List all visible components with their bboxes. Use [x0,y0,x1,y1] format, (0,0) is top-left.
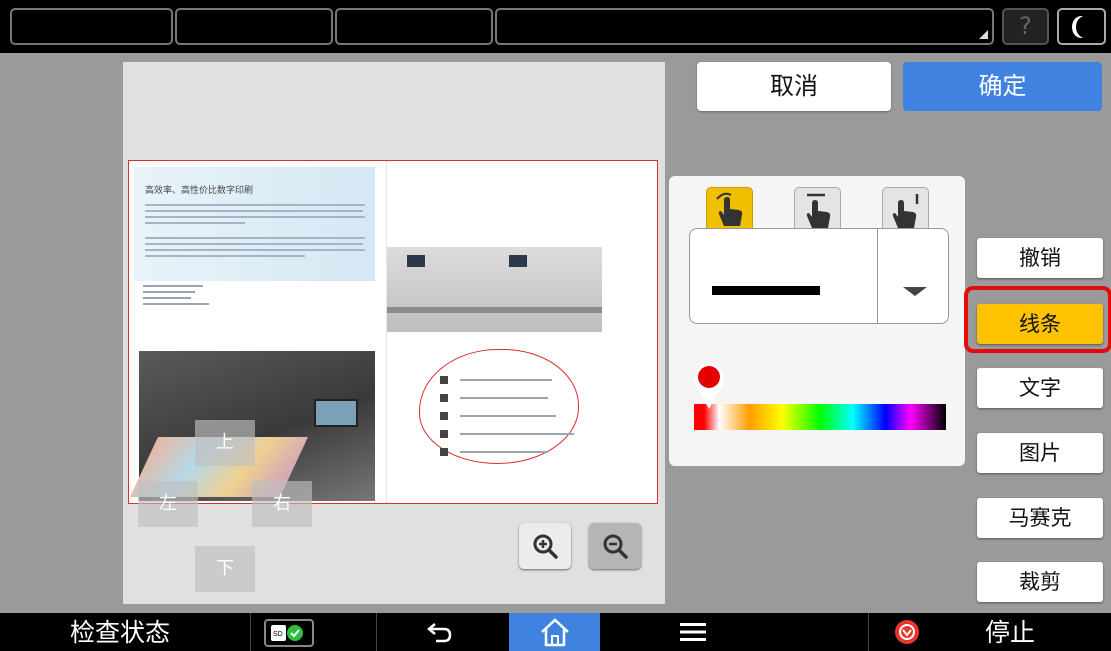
check-status-button[interactable]: 检查状态 [70,613,170,651]
text-line [145,249,365,251]
home-icon [541,618,569,647]
zoom-in-button[interactable] [519,523,571,569]
bullet-line [143,303,209,305]
top-slot-3[interactable] [335,8,493,45]
printer-panel [407,255,425,267]
energy-saver-button[interactable] [1057,8,1106,45]
menu-icon[interactable] [680,622,706,642]
scroll-down-button[interactable]: 下 [195,546,255,592]
bullet-line [143,285,203,287]
back-icon[interactable] [427,621,453,643]
cancel-button[interactable]: 取消 [697,62,891,111]
scroll-up-button[interactable]: 上 [195,420,255,466]
top-slot-2[interactable] [175,8,333,45]
sd-card-check-icon: SD [271,625,303,641]
stop-icon[interactable] [894,619,920,645]
top-slot-message[interactable] [495,8,994,45]
text-line [145,204,365,206]
page-fold [386,161,387,503]
line-width-select[interactable] [689,228,949,324]
text-line [145,237,365,239]
document-title: 高效率、高性价比数字印刷 [145,186,254,196]
text-line [145,243,363,245]
feature-item [440,447,590,457]
separator [250,613,251,651]
ok-button[interactable]: 确定 [903,62,1102,111]
top-bar: ? [0,0,1111,53]
line-button[interactable]: 线条 [977,304,1103,344]
text-line [145,216,365,218]
bottom-bar: 检查状态 SD 停止 [0,613,1111,651]
production-press-image [130,351,375,501]
zoom-out-icon [603,534,628,559]
mosaic-button[interactable]: 马赛克 [977,498,1103,538]
press-control-screen [314,399,358,427]
text-button[interactable]: 文字 [977,368,1103,408]
image-button[interactable]: 图片 [977,433,1103,473]
text-line [145,222,245,224]
printer-base [387,307,602,313]
scroll-right-button[interactable]: 右 [252,481,312,527]
bullet-line [143,297,191,299]
zoom-in-icon [533,534,558,559]
expand-corner-icon [979,30,988,39]
moon-icon [1076,16,1094,38]
separator [868,613,869,651]
select-divider [877,229,878,323]
feature-item [440,393,590,403]
undo-button[interactable]: 撤销 [977,238,1103,278]
color-palette-slider[interactable] [694,404,946,430]
feature-item [440,375,590,385]
help-button[interactable]: ? [1002,8,1049,45]
printer-panel [509,255,527,267]
scroll-left-button[interactable]: 左 [138,481,198,527]
color-picker-pin-icon[interactable] [693,362,725,410]
home-button[interactable] [509,613,600,651]
zoom-out-button[interactable] [589,523,641,569]
chevron-down-icon[interactable] [903,287,927,296]
line-width-sample [712,286,820,295]
text-line [145,255,305,257]
svg-text:SD: SD [273,631,283,638]
sd-card-status[interactable]: SD [264,619,314,647]
stop-button[interactable]: 停止 [985,613,1035,651]
feature-item [440,429,590,439]
printer-line-image [387,247,602,332]
feature-item [440,411,590,421]
crop-button[interactable]: 裁剪 [977,562,1103,602]
bullet-line [143,291,195,293]
text-line [145,210,363,212]
separator [376,613,377,651]
top-slot-1[interactable] [10,8,173,45]
